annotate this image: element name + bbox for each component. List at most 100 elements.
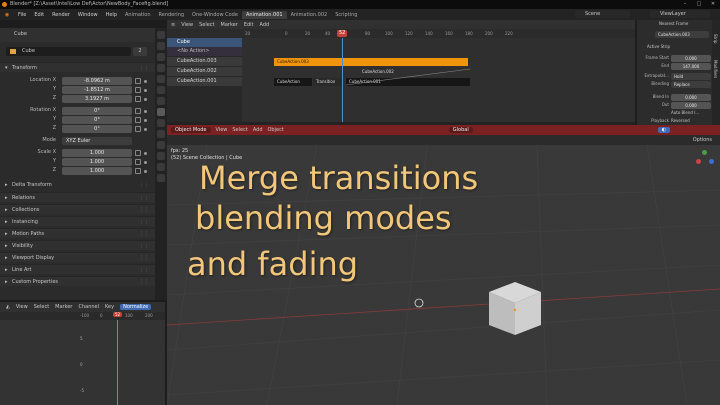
data-tab-icon[interactable] xyxy=(157,163,165,171)
graph-menu-key[interactable]: Key xyxy=(105,304,114,310)
nla-menu-add[interactable]: Add xyxy=(260,22,270,28)
sidebar-tab-modifiers[interactable]: Modifiers xyxy=(713,60,718,78)
location-x-field[interactable]: -8.0962 m xyxy=(62,77,132,85)
lock-icon[interactable] xyxy=(135,108,141,114)
output-tab-icon[interactable] xyxy=(157,53,165,61)
modifier-tab-icon[interactable] xyxy=(157,119,165,127)
workspace-tab-animation-001[interactable]: Animation.001 xyxy=(241,10,287,19)
keyframe-dot-icon[interactable] xyxy=(144,161,147,164)
rotation-z-field[interactable]: 0° xyxy=(62,125,132,133)
scene-selector[interactable]: Scene xyxy=(575,10,630,18)
graph-menu-view[interactable]: View xyxy=(16,304,28,310)
nla-menu-view[interactable]: View xyxy=(181,22,193,28)
workspace-tab-animation[interactable]: Animation xyxy=(121,11,155,19)
collection-tab-icon[interactable] xyxy=(157,97,165,105)
lock-icon[interactable] xyxy=(135,159,141,165)
sidebar-tab-strip[interactable]: Strip xyxy=(713,34,718,43)
graph-menu-channel[interactable]: Channel xyxy=(78,304,99,310)
drag-handle-icon[interactable]: ⋮⋮ xyxy=(139,180,149,190)
rotation-y-field[interactable]: 0° xyxy=(62,116,132,124)
editor-type-icon[interactable]: ≡ xyxy=(171,22,175,28)
blend-out-field[interactable]: 0.000 xyxy=(671,102,711,109)
object-tab-icon[interactable] xyxy=(157,108,165,116)
lock-icon[interactable] xyxy=(135,168,141,174)
keyframe-dot-icon[interactable] xyxy=(144,170,147,173)
viewport-menu-view[interactable]: View xyxy=(216,127,228,133)
nla-menu-edit[interactable]: Edit xyxy=(244,22,254,28)
nla-object-row[interactable]: Cube xyxy=(167,38,242,47)
frame-start-field[interactable]: 0.000 xyxy=(671,55,711,62)
nla-transition-strip[interactable]: Transition xyxy=(313,78,343,86)
close-button[interactable]: ✕ xyxy=(706,0,720,9)
relations-panel[interactable]: ▸ Relations ⋮⋮ xyxy=(0,192,155,202)
graph-menu-select[interactable]: Select xyxy=(34,304,49,310)
normalize-toggle[interactable]: Normalize xyxy=(120,304,152,310)
object-users-count[interactable]: 2 xyxy=(133,47,147,56)
render-tab-icon[interactable] xyxy=(157,42,165,50)
keyframe-dot-icon[interactable] xyxy=(144,152,147,155)
minimize-button[interactable]: – xyxy=(678,0,692,9)
view-layer-tab-icon[interactable] xyxy=(157,64,165,72)
drag-handle-icon[interactable]: ⋮⋮ xyxy=(139,241,149,251)
nla-menu-marker[interactable]: Marker xyxy=(221,22,238,28)
collections-panel[interactable]: ▸ Collections ⋮⋮ xyxy=(0,204,155,214)
world-tab-icon[interactable] xyxy=(157,86,165,94)
nla-action-row[interactable]: <No Action> xyxy=(167,47,242,56)
drag-handle-icon[interactable]: ⋮⋮ xyxy=(139,205,149,215)
motion-paths-panel[interactable]: ▸ Motion Paths ⋮⋮ xyxy=(0,228,155,238)
blender-menu-icon[interactable]: ◉ xyxy=(2,11,12,19)
drag-handle-icon[interactable]: ⋮⋮ xyxy=(139,229,149,239)
workspace-tab-one-window-code[interactable]: One-Window Code xyxy=(188,11,242,19)
drag-handle-icon[interactable]: ⋮⋮ xyxy=(139,217,149,227)
keyframe-dot-icon[interactable] xyxy=(144,128,147,131)
nearest-frame-label[interactable]: Nearest Frame xyxy=(659,21,688,26)
viewport-menu-add[interactable]: Add xyxy=(253,127,263,133)
physics-tab-icon[interactable] xyxy=(157,141,165,149)
menu-render[interactable]: Render xyxy=(48,12,74,18)
drag-handle-icon[interactable]: ⋮⋮ xyxy=(139,63,149,73)
nla-strip-a[interactable]: CubeAction xyxy=(274,78,312,86)
drag-handle-icon[interactable]: ⋮⋮ xyxy=(139,277,149,287)
location-y-field[interactable]: -1.8512 m xyxy=(62,86,132,94)
menu-file[interactable]: File xyxy=(14,12,30,18)
drag-handle-icon[interactable]: ⋮⋮ xyxy=(139,193,149,203)
lock-icon[interactable] xyxy=(135,78,141,84)
editor-type-icon[interactable]: ◭ xyxy=(6,304,10,310)
object-mode-select[interactable]: Object Mode xyxy=(171,127,211,133)
transform-panel-header[interactable]: ▾ Transform ⋮⋮ xyxy=(0,62,155,72)
material-tab-icon[interactable] xyxy=(157,174,165,182)
scale-x-field[interactable]: 1.000 xyxy=(62,149,132,157)
extrapolation-select[interactable]: Hold xyxy=(671,73,711,80)
auto-blend-checkbox[interactable]: Auto Blend I... xyxy=(671,110,699,115)
scene-tab-icon[interactable] xyxy=(157,75,165,83)
scale-z-field[interactable]: 1.000 xyxy=(62,167,132,175)
instancing-panel[interactable]: ▸ Instancing ⋮⋮ xyxy=(0,216,155,226)
nla-strip-area[interactable]: CubeAction.003 CubeAction.002 CubeAction… xyxy=(242,38,635,122)
viewport-menu-object[interactable]: Object xyxy=(268,127,284,133)
lock-icon[interactable] xyxy=(135,126,141,132)
blending-select[interactable]: Replace xyxy=(671,81,711,88)
view-layer-selector[interactable]: ViewLayer xyxy=(650,10,710,18)
gizmo-y-axis-icon[interactable] xyxy=(702,150,707,155)
workspace-tab-animation-002[interactable]: Animation.002 xyxy=(287,11,332,19)
blend-in-field[interactable]: 0.000 xyxy=(671,94,711,101)
graph-menu-marker[interactable]: Marker xyxy=(55,304,72,310)
line-art-panel[interactable]: ▸ Line Art ⋮⋮ xyxy=(0,264,155,274)
nla-frame-ruler[interactable]: 20 0 20 40 52 80 100 120 140 160 180 200… xyxy=(167,29,635,38)
drag-handle-icon[interactable]: ⋮⋮ xyxy=(139,265,149,275)
lock-icon[interactable] xyxy=(135,87,141,93)
graph-playhead[interactable] xyxy=(117,320,118,405)
menu-help[interactable]: Help xyxy=(102,12,121,18)
rotation-x-field[interactable]: 0° xyxy=(62,107,132,115)
options-dropdown[interactable]: Options xyxy=(693,137,712,143)
menu-edit[interactable]: Edit xyxy=(30,12,48,18)
reversed-checkbox[interactable]: Reversed xyxy=(671,118,690,123)
nla-track-row[interactable]: CubeAction.002 xyxy=(167,67,242,76)
current-frame-indicator[interactable]: 52 xyxy=(113,312,123,317)
keyframe-dot-icon[interactable] xyxy=(144,110,147,113)
current-frame-indicator[interactable]: 52 xyxy=(337,30,348,37)
nla-menu-select[interactable]: Select xyxy=(199,22,214,28)
lock-icon[interactable] xyxy=(135,150,141,156)
keyframe-dot-icon[interactable] xyxy=(144,98,147,101)
3d-viewport[interactable]: fps: 25 (52) Scene Collection | Cube Mer… xyxy=(167,145,720,405)
